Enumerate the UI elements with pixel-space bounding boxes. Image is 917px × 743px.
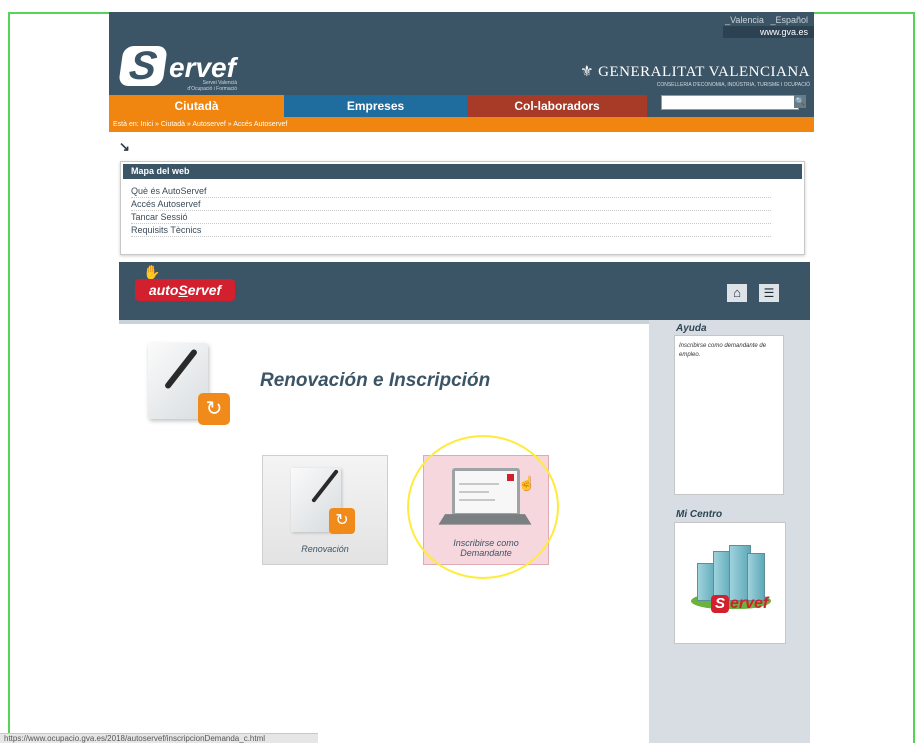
ayuda-box: Inscribirse como demandante de empleo.: [674, 335, 784, 495]
ayuda-title: Ayuda: [676, 323, 707, 334]
sitemap-title: Mapa del web: [123, 164, 802, 179]
main-tabs: Ciutadà Empreses Col-laboradors 🔍: [109, 95, 814, 117]
refresh-icon: ↻: [198, 393, 230, 425]
sitemap-link-requisits[interactable]: Requisits Tècnics: [131, 224, 771, 237]
renovacion-label: Renovación: [301, 544, 349, 554]
autoservef-logo-s: S: [178, 282, 188, 298]
lang-espanol-link[interactable]: _Español: [770, 15, 808, 25]
servef-centro-logo-text: ervef: [730, 595, 769, 612]
search-icon[interactable]: 🔍: [794, 95, 806, 108]
breadcrumb: Està en: Inici » Ciutadà » Autoservef » …: [109, 117, 814, 132]
autoservef-header: ✋ autoServef ⌂ ☰: [119, 262, 810, 320]
sitemap-link-que-es[interactable]: Què és AutoServef: [131, 185, 771, 198]
search-input[interactable]: [661, 95, 799, 110]
home-icon[interactable]: ⌂: [727, 284, 747, 302]
sitemap-link-tancar[interactable]: Tancar Sessió: [131, 211, 771, 224]
autoservef-logo-prefix: auto: [148, 282, 179, 298]
generalitat-logo[interactable]: ⚜ GENERALITAT VALENCIANA: [580, 62, 810, 81]
arrow-down-right-icon[interactable]: ↘: [119, 139, 130, 155]
generalitat-emblem-icon: ⚜: [580, 64, 595, 80]
generalitat-subtitle: CONSELLERIA D'ECONOMIA, INDÚSTRIA, TURIS…: [656, 82, 810, 88]
generalitat-text: GENERALITAT VALENCIANA: [598, 64, 810, 80]
tab-colaboradors[interactable]: Col-laboradors: [467, 95, 647, 117]
sidebar: Ayuda Inscribirse como demandante de emp…: [649, 320, 810, 743]
renovacion-button[interactable]: ↻ Renovación: [262, 455, 388, 565]
refresh-icon: ↻: [329, 508, 355, 534]
building-icon: [747, 553, 765, 601]
page-title: Renovación e Inscripción: [260, 370, 491, 391]
highlight-circle: [407, 435, 559, 579]
mi-centro-title: Mi Centro: [676, 509, 723, 520]
servef-centro-logo: Servef: [711, 595, 768, 613]
autoservef-logo[interactable]: autoServef: [135, 279, 235, 301]
gva-link[interactable]: www.gva.es: [723, 26, 814, 38]
tab-ciutada[interactable]: Ciutadà: [109, 95, 284, 117]
tab-empreses[interactable]: Empreses: [284, 95, 467, 117]
servef-centro-logo-s: S: [711, 595, 729, 613]
servef-logo-subtitle: Servei Valencià d'Ocupació i Formació: [187, 80, 237, 92]
sitemap-panel: Mapa del web Què és AutoServef Accés Aut…: [120, 161, 805, 255]
mi-centro-image[interactable]: Servef: [674, 522, 786, 644]
list-icon[interactable]: ☰: [759, 284, 779, 302]
renovacion-inscripcion-icon: ↻: [148, 343, 230, 426]
servef-logo-mark[interactable]: S: [118, 44, 168, 88]
status-bar: https://www.ocupacio.gva.es/2018/autoser…: [0, 733, 318, 743]
lang-valencia-link[interactable]: _Valencia: [725, 15, 764, 25]
hand-cursor-icon: ☝: [518, 475, 536, 491]
sitemap-link-acces[interactable]: Accés Autoservef: [131, 198, 771, 211]
autoservef-logo-suffix: ervef: [187, 282, 222, 298]
divider: [119, 320, 649, 324]
